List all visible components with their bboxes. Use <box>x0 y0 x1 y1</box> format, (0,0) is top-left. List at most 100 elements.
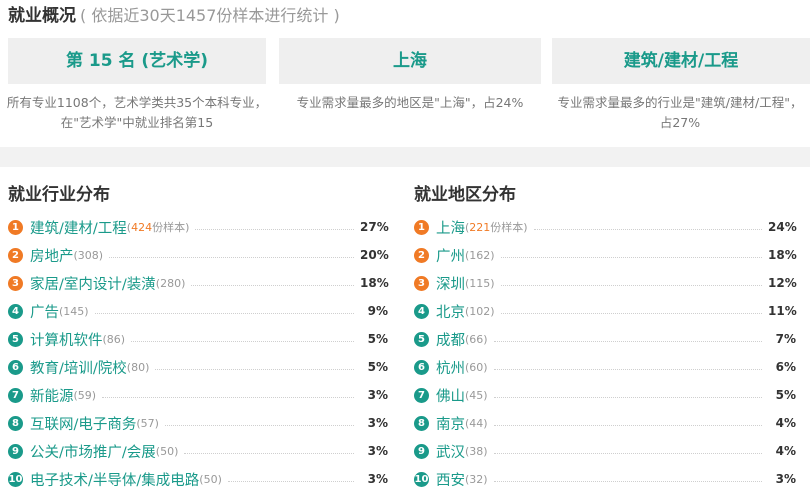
list-item: 9 武汉 (38) 4% <box>414 437 796 465</box>
list-item: 8 南京 (44) 4% <box>414 409 796 437</box>
region-link[interactable]: 南京 <box>436 413 465 434</box>
industry-link[interactable]: 房地产 <box>30 245 74 266</box>
sample-count: (66) <box>465 332 488 346</box>
rank-badge: 2 <box>414 247 429 263</box>
region-link[interactable]: 上海 <box>436 217 465 238</box>
percentage: 3% <box>775 472 796 486</box>
section-divider <box>0 147 810 167</box>
list-item: 1 建筑/建材/工程 (424份样本) 27% <box>8 213 389 241</box>
rank-badge: 10 <box>414 471 429 487</box>
sample-count: (221份样本) <box>465 221 528 234</box>
industry-link[interactable]: 互联网/电子商务 <box>30 413 136 434</box>
dotted-leader <box>227 480 354 482</box>
industry-link[interactable]: 计算机软件 <box>30 329 103 350</box>
industry-section-title: 就业行业分布 <box>8 185 110 205</box>
region-link[interactable]: 西安 <box>436 469 465 490</box>
industry-link[interactable]: 公关/市场推广/会展 <box>30 441 156 462</box>
dotted-leader <box>493 340 762 342</box>
top-industry-card: 建筑/建材/工程 <box>552 38 810 84</box>
list-item: 3 深圳 (115) 12% <box>414 269 797 297</box>
percentage: 3% <box>367 388 388 402</box>
list-item: 4 广告 (145) 9% <box>8 297 388 325</box>
percentage: 20% <box>360 248 389 262</box>
list-item: 5 计算机软件 (86) 5% <box>8 325 388 353</box>
overview-title: 就业概况 <box>8 6 76 26</box>
sample-count: (50) <box>155 444 179 458</box>
dotted-leader <box>533 228 762 230</box>
sample-count: (280) <box>155 276 186 290</box>
dotted-leader <box>500 312 762 314</box>
industry-link[interactable]: 电子技术/半导体/集成电路 <box>30 469 199 490</box>
dotted-leader <box>164 424 354 426</box>
region-link[interactable]: 北京 <box>436 301 465 322</box>
dotted-leader <box>493 396 762 398</box>
percentage: 18% <box>768 248 797 262</box>
sample-count: (60) <box>465 360 488 374</box>
list-item: 8 互联网/电子商务 (57) 3% <box>8 409 388 437</box>
sample-count: (115) <box>465 276 495 290</box>
sample-count: (424份样本) <box>126 221 190 234</box>
dotted-leader <box>191 284 354 286</box>
percentage: 9% <box>367 304 388 318</box>
rank-badge: 5 <box>414 331 429 347</box>
sample-count: (86) <box>102 332 126 346</box>
sample-count: (59) <box>73 388 97 402</box>
rank-badge: 2 <box>8 247 23 263</box>
dotted-leader <box>131 340 354 342</box>
region-link[interactable]: 佛山 <box>436 385 465 406</box>
rank-badge: 10 <box>8 471 23 487</box>
top-region-description: 专业需求量最多的地区是"上海"，占24% <box>296 95 524 110</box>
dotted-leader <box>184 452 354 454</box>
rank-description: 所有专业1108个，艺术学类共35个本科专业，在"艺术学"中就业排名第15 <box>6 95 268 130</box>
list-item: 4 北京 (102) 11% <box>414 297 797 325</box>
dotted-leader <box>195 228 354 230</box>
dotted-leader <box>493 452 762 454</box>
sample-count: (38) <box>465 444 488 458</box>
percentage: 4% <box>775 444 796 458</box>
industry-link[interactable]: 建筑/建材/工程 <box>30 217 127 238</box>
rank-badge: 3 <box>8 275 23 291</box>
sample-count: (57) <box>136 416 159 430</box>
region-link[interactable]: 武汉 <box>436 441 465 462</box>
rank-badge: 9 <box>414 443 429 459</box>
list-item: 5 成都 (66) 7% <box>414 325 796 353</box>
industry-list: 1 建筑/建材/工程 (424份样本) 27% 2 房地产 (308) 20% … <box>8 213 389 493</box>
list-item: 9 公关/市场推广/会展 (50) 3% <box>8 437 388 465</box>
sample-count: (102) <box>465 304 495 318</box>
industry-link[interactable]: 家居/室内设计/装潢 <box>30 273 156 294</box>
summary-descriptions: 所有专业1108个，艺术学类共35个本科专业，在"艺术学"中就业排名第15 专业… <box>0 93 810 141</box>
percentage: 4% <box>775 416 796 430</box>
region-link[interactable]: 广州 <box>436 245 465 266</box>
list-item: 7 佛山 (45) 5% <box>414 381 796 409</box>
rank-badge: 4 <box>414 303 429 319</box>
dotted-leader <box>493 368 762 370</box>
industry-link[interactable]: 新能源 <box>30 385 74 406</box>
percentage: 7% <box>775 332 796 346</box>
sample-count: (45) <box>465 388 488 402</box>
list-item: 6 杭州 (60) 6% <box>414 353 796 381</box>
industry-link[interactable]: 广告 <box>30 301 59 322</box>
rank-badge: 3 <box>414 275 429 291</box>
industry-link[interactable]: 教育/培训/院校 <box>30 357 127 378</box>
region-link[interactable]: 杭州 <box>436 357 465 378</box>
region-link[interactable]: 深圳 <box>436 273 465 294</box>
dotted-leader <box>500 256 762 258</box>
sample-count: (308) <box>73 248 104 262</box>
list-item: 6 教育/培训/院校 (80) 5% <box>8 353 388 381</box>
sample-count: (145) <box>59 304 89 318</box>
rank-badge: 8 <box>8 415 23 431</box>
sample-count: (80) <box>126 360 150 374</box>
region-list: 1 上海 (221份样本) 24% 2 广州 (162) 18% 3 深圳 (1… <box>414 213 797 493</box>
dotted-leader <box>493 480 762 482</box>
rank-badge: 5 <box>8 331 23 347</box>
top-industry-description: 专业需求量最多的行业是"建筑/建材/工程"，占27% <box>557 95 803 130</box>
dotted-leader <box>102 396 354 398</box>
percentage: 24% <box>768 220 797 234</box>
sample-count: (162) <box>465 248 495 262</box>
dotted-leader <box>493 424 762 426</box>
region-link[interactable]: 成都 <box>436 329 465 350</box>
percentage: 6% <box>775 360 796 374</box>
sample-count: (44) <box>465 416 488 430</box>
rank-badge: 1 <box>8 219 23 235</box>
percentage: 3% <box>367 444 388 458</box>
